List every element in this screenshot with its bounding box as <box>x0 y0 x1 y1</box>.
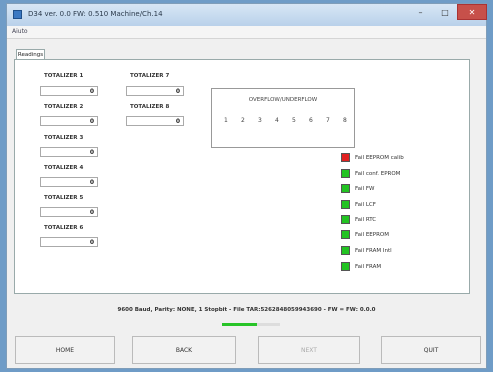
progress-fill <box>222 323 257 326</box>
overflow-number: 3 <box>258 117 262 124</box>
fail-lcf-label: Fail LCF <box>355 202 376 208</box>
back-button[interactable]: BACK <box>132 336 236 364</box>
overflow-number: 2 <box>241 117 245 124</box>
totalizer-8-label: TOTALIZER 8 <box>130 104 170 110</box>
status-text: 9600 Baud, Parity: NONE, 1 Stopbit - Fil… <box>117 307 376 313</box>
fail-fw-led <box>341 184 350 193</box>
totalizer-5-label: TOTALIZER 5 <box>44 195 84 201</box>
overflow-panel: OVERFLOW/UNDERFLOW 1 2 3 4 5 6 7 8 <box>211 88 355 148</box>
totalizer-6-field: 0 <box>40 237 98 247</box>
home-button[interactable]: HOME <box>15 336 115 364</box>
fail-fw-label: Fail FW <box>355 186 375 192</box>
totalizer-2-label: TOTALIZER 2 <box>44 104 84 110</box>
close-button[interactable]: ✕ <box>457 4 487 20</box>
fail-eeprom-calib-label: Fail EEPROM calib <box>355 155 404 161</box>
overflow-number: 1 <box>224 117 228 124</box>
totalizer-1-field: 0 <box>40 86 98 96</box>
maximize-button[interactable]: □ <box>433 4 457 20</box>
fail-lcf-led <box>341 200 350 209</box>
quit-button[interactable]: QUIT <box>381 336 481 364</box>
fail-rtc-led <box>341 215 350 224</box>
fail-fram-intl-label: Fail FRAM Intl <box>355 248 392 254</box>
fail-conf-eprom-led <box>341 169 350 178</box>
overflow-title: OVERFLOW/UNDERFLOW <box>248 97 318 103</box>
next-button[interactable]: NEXT <box>258 336 360 364</box>
totalizer-8-field: 0 <box>126 116 184 126</box>
menu-bar: Aiuto <box>7 26 486 39</box>
totalizer-6-label: TOTALIZER 6 <box>44 225 84 231</box>
overflow-number: 4 <box>275 117 279 124</box>
minimize-button[interactable]: – <box>408 4 433 20</box>
fail-fram-intl-led <box>341 246 350 255</box>
menu-item-help[interactable]: Aiuto <box>12 28 28 35</box>
fail-eeprom-led <box>341 230 350 239</box>
totalizer-4-label: TOTALIZER 4 <box>44 165 84 171</box>
overflow-number: 8 <box>343 117 347 124</box>
title-bar: D34 ver. 0.0 FW: 0.510 Machine/Ch.14 – □… <box>7 4 487 26</box>
fail-fram-label: Fail FRAM <box>355 264 382 270</box>
fail-eeprom-calib-led <box>341 153 350 162</box>
totalizer-2-field: 0 <box>40 116 98 126</box>
overflow-number: 7 <box>326 117 330 124</box>
overflow-number: 6 <box>309 117 313 124</box>
totalizer-7-field: 0 <box>126 86 184 96</box>
fail-fram-led <box>341 262 350 271</box>
fail-rtc-label: Fail RTC <box>355 217 377 223</box>
totalizer-7-label: TOTALIZER 7 <box>130 73 170 79</box>
totalizer-3-label: TOTALIZER 3 <box>44 135 84 141</box>
app-icon <box>13 10 22 19</box>
totalizer-5-field: 0 <box>40 207 98 217</box>
fail-eeprom-label: Fail EEPROM <box>355 232 389 238</box>
window-title: D34 ver. 0.0 FW: 0.510 Machine/Ch.14 <box>28 10 163 18</box>
totalizer-4-field: 0 <box>40 177 98 187</box>
overflow-number: 5 <box>292 117 296 124</box>
totalizer-1-label: TOTALIZER 1 <box>44 73 84 79</box>
fail-conf-eprom-label: Fail conf. EPROM <box>355 171 401 177</box>
totalizer-3-field: 0 <box>40 147 98 157</box>
connection-progress <box>222 323 280 326</box>
